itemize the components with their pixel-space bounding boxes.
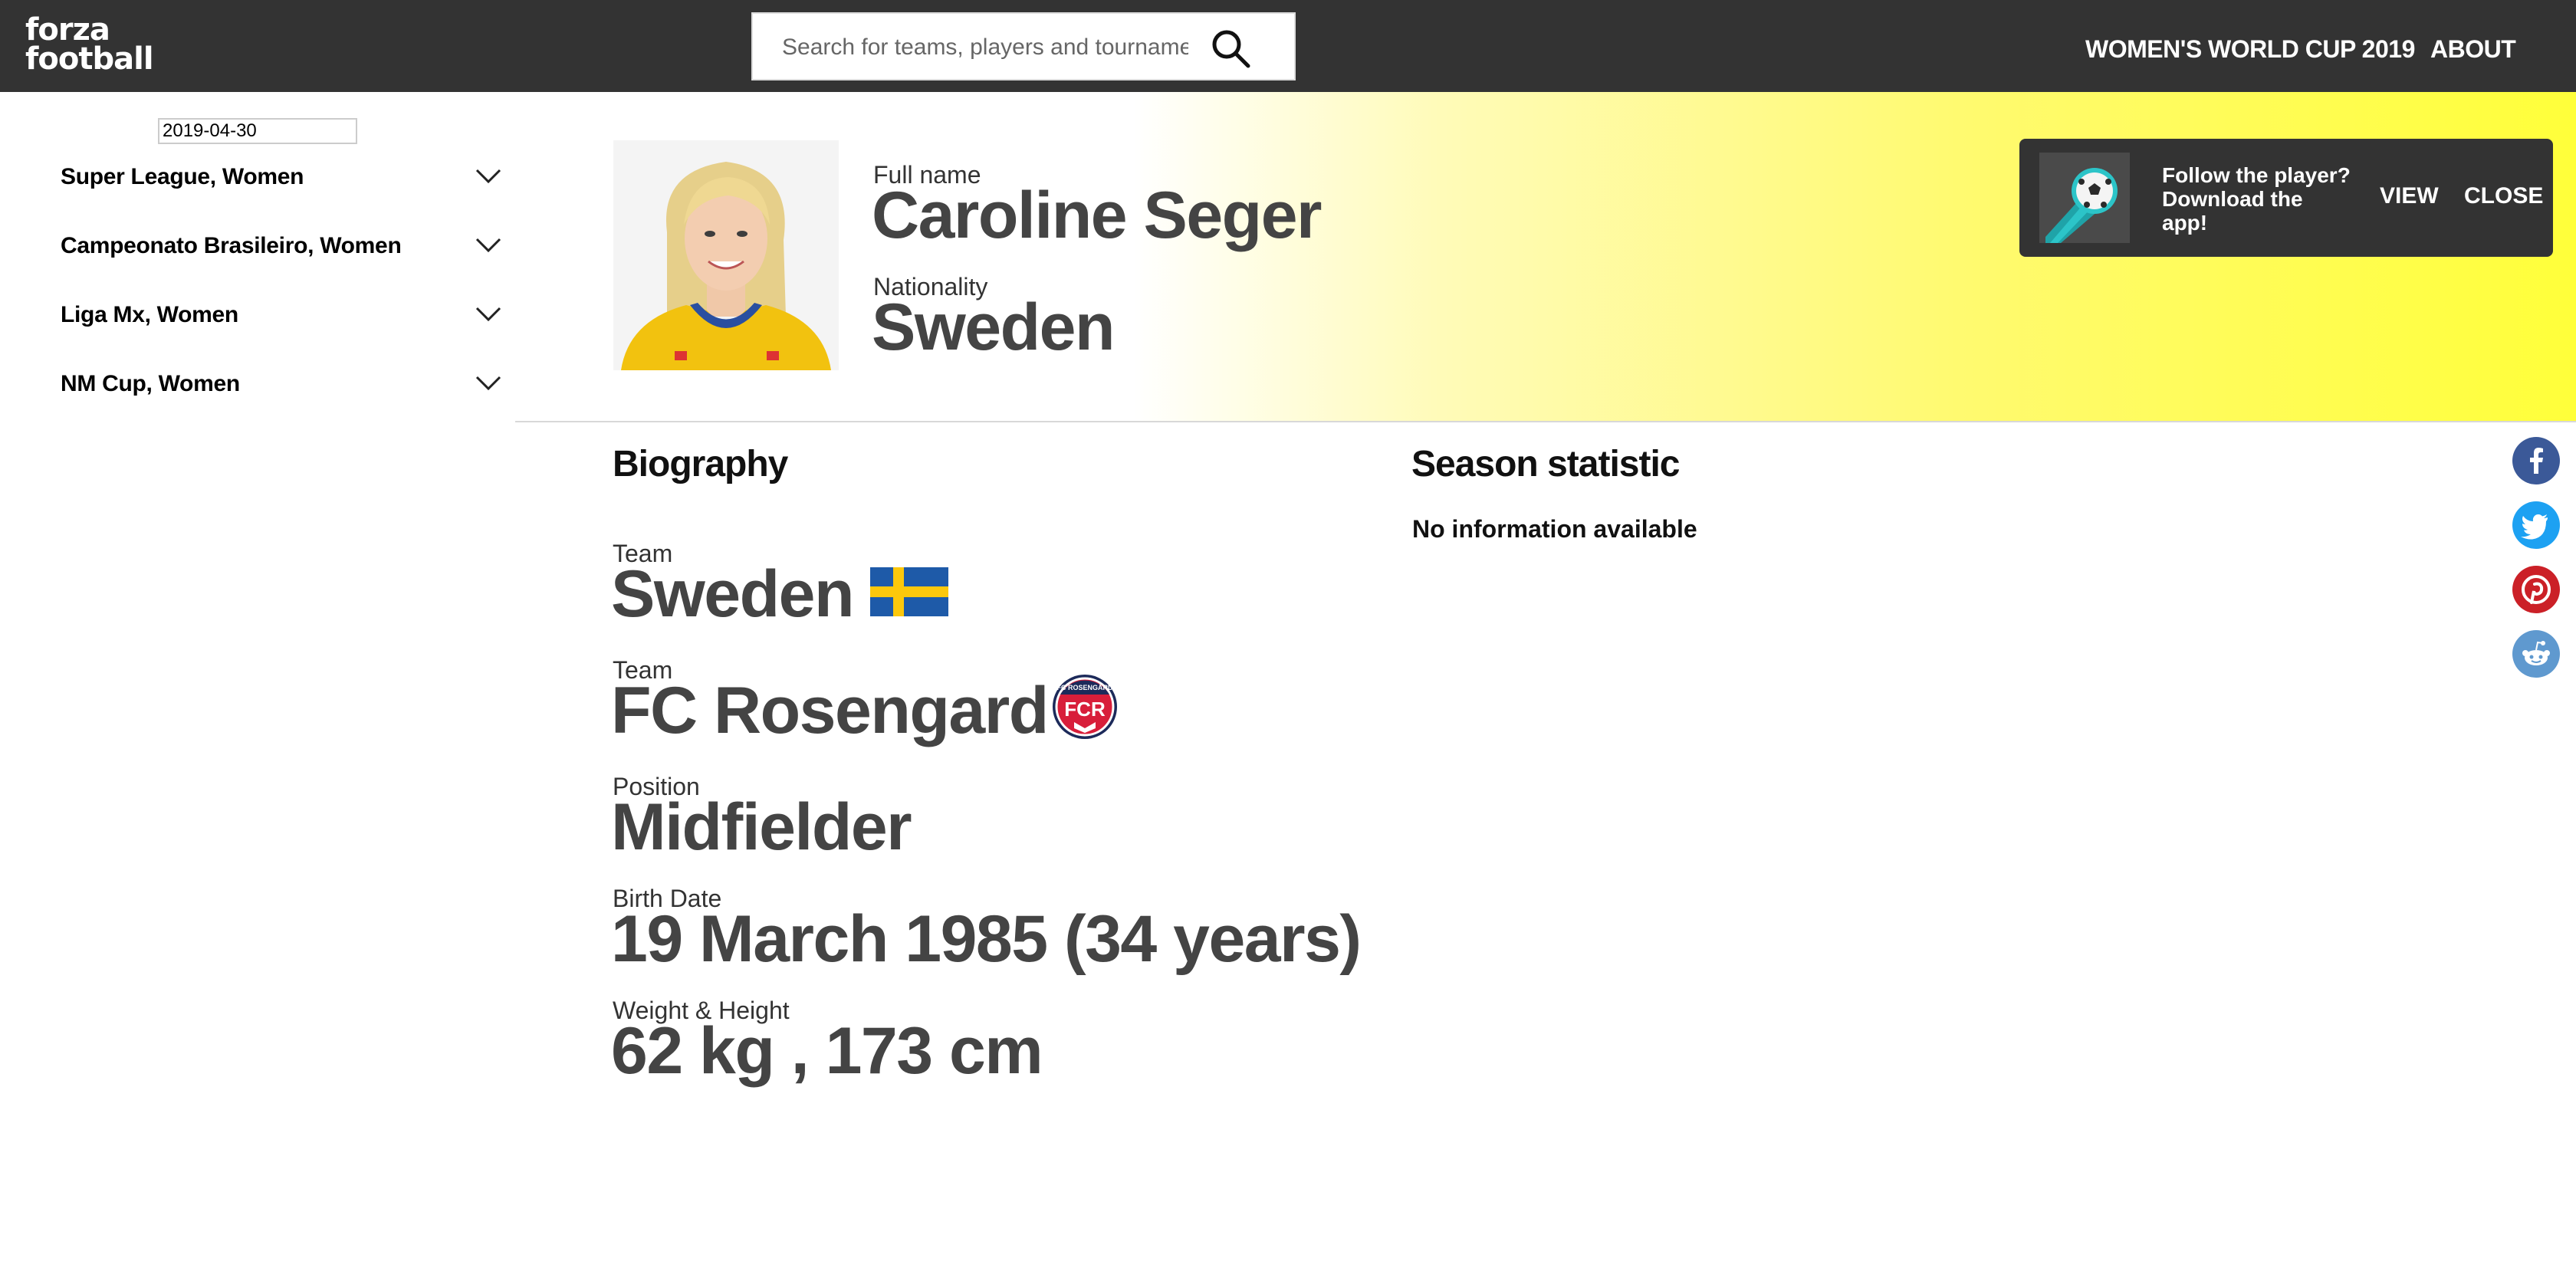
bio-weight-height: 62 kg , 173 cm: [611, 1014, 1043, 1088]
facebook-icon: [2530, 448, 2543, 474]
share-pinterest-button[interactable]: [2512, 566, 2560, 613]
top-navigation-bar: forza football WOMEN'S WORLD CUP 2019 AB…: [0, 0, 2576, 92]
nav-about-link[interactable]: ABOUT: [2430, 35, 2516, 64]
search-input[interactable]: [782, 31, 1188, 64]
sidebar-league-campeonato-brasileiro-women[interactable]: Campeonato Brasileiro, Women: [61, 228, 501, 267]
chevron-down-icon[interactable]: [475, 374, 501, 392]
date-picker-input[interactable]: [158, 118, 357, 144]
bio-team-national: Sweden: [611, 557, 854, 631]
league-label: NM Cup, Women: [61, 371, 240, 396]
league-label: Campeonato Brasileiro, Women: [61, 233, 402, 258]
season-no-info-message: No information available: [1412, 515, 1697, 543]
chevron-down-icon[interactable]: [475, 305, 501, 323]
app-download-banner: Follow the player? Download the app! VIE…: [2019, 139, 2553, 257]
league-label: Liga Mx, Women: [61, 302, 238, 327]
bio-position: Midfielder: [611, 790, 912, 864]
hero-divider: [515, 421, 2576, 422]
forza-app-icon: [2039, 153, 2130, 243]
bio-team-club: FC Rosengard: [611, 674, 1049, 747]
share-twitter-button[interactable]: [2512, 501, 2560, 549]
sidebar-league-nm-cup-women[interactable]: NM Cup, Women: [61, 366, 501, 405]
league-label: Super League, Women: [61, 164, 304, 189]
twitter-icon: [2521, 514, 2548, 540]
sidebar-league-liga-mx-women[interactable]: Liga Mx, Women: [61, 297, 501, 336]
banner-message: Follow the player? Download the app!: [2162, 163, 2351, 235]
logo-line-forza: forza: [25, 12, 110, 48]
player-photo: [613, 140, 839, 370]
sidebar-league-super-league-women[interactable]: Super League, Women: [61, 159, 501, 198]
banner-view-button[interactable]: VIEW: [2380, 183, 2439, 209]
banner-close-button[interactable]: CLOSE: [2464, 183, 2543, 209]
bio-birth-date: 19 March 1985 (34 years): [611, 902, 1362, 976]
share-facebook-button[interactable]: [2512, 437, 2560, 484]
logo-line-football: football: [25, 41, 154, 77]
share-reddit-button[interactable]: [2512, 630, 2560, 678]
chevron-down-icon[interactable]: [475, 236, 501, 255]
fc-rosengard-crest-icon: FC ROSENGÅRD FCR: [1053, 675, 1117, 739]
crest-top-text: FC ROSENGÅRD: [1056, 684, 1113, 691]
biography-heading: Biography: [613, 444, 788, 484]
nav-womens-world-cup-link[interactable]: WOMEN'S WORLD CUP 2019: [2085, 35, 2415, 64]
chevron-down-icon[interactable]: [475, 167, 501, 186]
search-box: [751, 12, 1296, 80]
forza-football-logo[interactable]: forza football: [25, 15, 156, 74]
reddit-icon: [2522, 641, 2550, 665]
search-icon[interactable]: [1210, 28, 1251, 69]
crest-main-text: FCR: [1064, 698, 1106, 721]
player-nationality: Sweden: [872, 291, 1115, 364]
player-full-name: Caroline Seger: [872, 179, 1322, 252]
season-statistic-heading: Season statistic: [1411, 444, 1680, 484]
pinterest-icon: [2522, 575, 2551, 604]
sweden-flag-icon: [870, 567, 948, 616]
